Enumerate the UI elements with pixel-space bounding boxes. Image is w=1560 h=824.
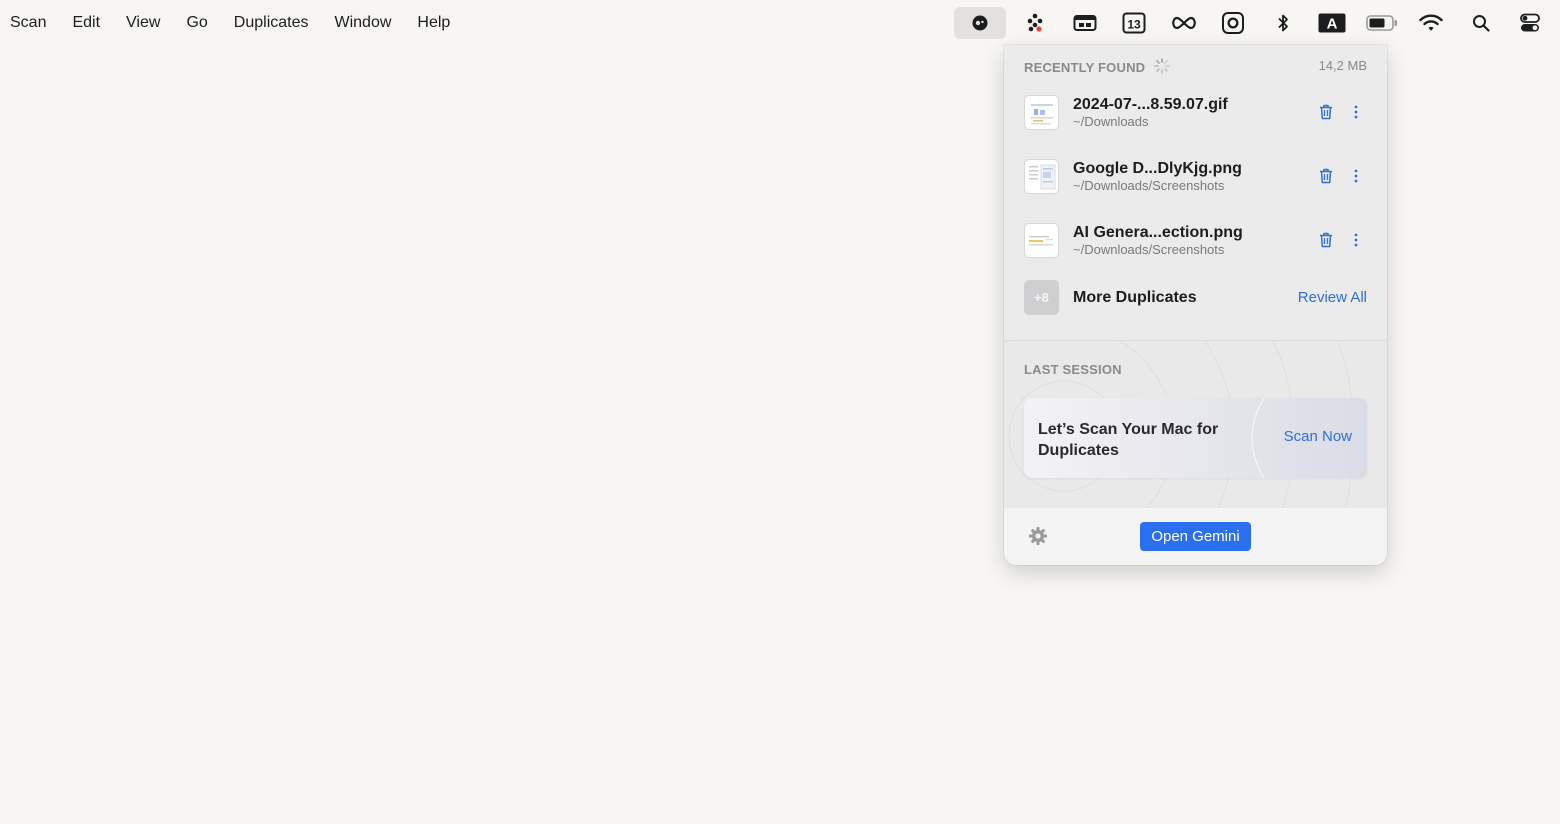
menu-view[interactable]: View <box>126 0 160 45</box>
file-name: AI Genera...ection.png <box>1073 223 1243 241</box>
battery-icon[interactable] <box>1362 7 1402 39</box>
file-info: Google D...DlyKjg.png ~/Downloads/Screen… <box>1073 159 1307 194</box>
trash-icon[interactable] <box>1315 165 1337 187</box>
menu-bar: Scan Edit View Go Duplicates Window Help… <box>0 0 1560 45</box>
gear-icon[interactable] <box>1028 526 1048 551</box>
display-icon[interactable] <box>1065 7 1105 39</box>
file-path: ~/Downloads <box>1073 113 1149 129</box>
more-options-icon[interactable] <box>1345 165 1367 187</box>
file-thumbnail <box>1024 158 1059 194</box>
file-thumbnail <box>1024 222 1059 258</box>
app-menus: Scan Edit View Go Duplicates Window Help <box>0 0 476 45</box>
gemini-app-icon[interactable] <box>953 6 1006 39</box>
search-icon[interactable] <box>1461 7 1501 39</box>
gemini-popover: RECENTLY FOUND 14,2 MB 2024-07-...8.59.0… <box>1004 45 1387 565</box>
more-duplicates-info: More Duplicates <box>1073 288 1298 307</box>
menu-edit[interactable]: Edit <box>72 0 100 45</box>
file-thumbnail <box>1024 94 1059 130</box>
control-center-icon[interactable] <box>1510 7 1550 39</box>
review-all-link[interactable]: Review All <box>1298 289 1367 306</box>
menu-help[interactable]: Help <box>417 0 450 45</box>
open-gemini-button[interactable]: Open Gemini <box>1140 522 1251 551</box>
screenshot-icon[interactable] <box>1213 7 1253 39</box>
calendar-day-label: 13 <box>1127 17 1141 31</box>
wifi-icon[interactable] <box>1411 7 1451 39</box>
menu-duplicates[interactable]: Duplicates <box>234 0 309 45</box>
scan-mac-card[interactable]: Let’s Scan Your Mac for Duplicates Scan … <box>1024 398 1367 478</box>
trash-icon[interactable] <box>1315 229 1337 251</box>
more-options-icon[interactable] <box>1345 101 1367 123</box>
bluetooth-icon[interactable] <box>1263 7 1303 39</box>
keyboard-a-icon[interactable]: A <box>1312 7 1352 39</box>
menu-window[interactable]: Window <box>334 0 391 45</box>
panel-footer: Open Gemini <box>1004 508 1387 565</box>
infinity-icon[interactable] <box>1164 7 1204 39</box>
file-name: 2024-07-...8.59.07.gif <box>1073 95 1228 113</box>
scan-now-button[interactable]: Scan Now <box>1284 428 1352 445</box>
more-duplicates-label: More Duplicates <box>1073 288 1197 306</box>
more-count-badge: +8 <box>1024 279 1059 315</box>
recently-found-title: RECENTLY FOUND <box>1024 60 1146 75</box>
more-duplicates-row: +8 More Duplicates Review All <box>1024 275 1367 319</box>
trash-icon[interactable] <box>1315 101 1337 123</box>
duplicate-file-row[interactable]: Google D...DlyKjg.png ~/Downloads/Screen… <box>1024 154 1367 198</box>
menu-go[interactable]: Go <box>186 0 207 45</box>
file-path: ~/Downloads/Screenshots <box>1073 241 1225 257</box>
total-size-label: 14,2 MB <box>1318 58 1367 73</box>
file-info: AI Genera...ection.png ~/Downloads/Scree… <box>1073 223 1307 258</box>
duplicate-file-row[interactable]: 2024-07-...8.59.07.gif ~/Downloads <box>1024 90 1367 134</box>
file-name: Google D...DlyKjg.png <box>1073 159 1242 177</box>
menu-scan[interactable]: Scan <box>10 0 46 45</box>
dots-app-icon[interactable] <box>1015 7 1055 39</box>
recently-found-header: RECENTLY FOUND <box>1024 58 1171 77</box>
duplicate-file-row[interactable]: AI Genera...ection.png ~/Downloads/Scree… <box>1024 218 1367 262</box>
file-path: ~/Downloads/Screenshots <box>1073 177 1225 193</box>
calendar-13-icon[interactable]: 13 <box>1114 7 1154 39</box>
last-session-title: LAST SESSION <box>1024 362 1122 377</box>
last-session-section: LAST SESSION Let’s Scan Your Mac for Dup… <box>1004 341 1387 508</box>
scan-card-text: Let’s Scan Your Mac for Duplicates <box>1038 421 1219 459</box>
status-bar: 13 A <box>953 0 1560 45</box>
keyboard-letter: A <box>1327 15 1338 32</box>
file-info: 2024-07-...8.59.07.gif ~/Downloads <box>1073 95 1307 130</box>
more-options-icon[interactable] <box>1345 229 1367 251</box>
loading-spinner-icon <box>1154 58 1171 77</box>
